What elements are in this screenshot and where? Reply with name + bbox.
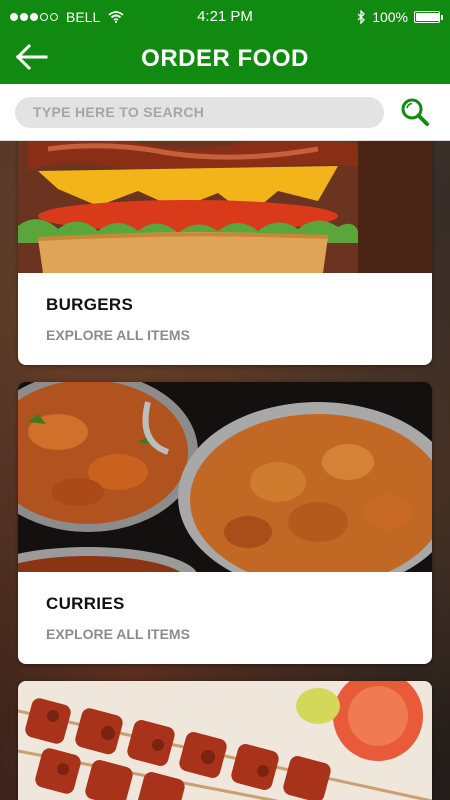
- status-bar: BELL 4:21 PM 100%: [0, 0, 450, 33]
- app-header: ORDER FOOD: [0, 33, 450, 84]
- signal-dot: [30, 12, 38, 21]
- category-card-curries[interactable]: CURRIES EXPLORE ALL ITEMS: [18, 382, 432, 664]
- burger-photo: [18, 141, 432, 273]
- back-button[interactable]: [12, 39, 52, 75]
- category-title: BURGERS: [46, 295, 134, 314]
- signal-dot: [40, 12, 48, 21]
- category-list: BURGERS EXPLORE ALL ITEMS CURRIES EXPLOR…: [0, 141, 450, 800]
- battery-percent: 100%: [372, 8, 408, 25]
- signal-dot: [50, 12, 58, 21]
- arrow-left-icon: [16, 44, 48, 70]
- explore-link[interactable]: EXPLORE ALL ITEMS: [46, 327, 404, 343]
- category-title: CURRIES: [46, 594, 125, 613]
- search-button[interactable]: [398, 95, 432, 129]
- battery-icon: [414, 10, 443, 23]
- bluetooth-icon: [357, 9, 366, 24]
- explore-link[interactable]: EXPLORE ALL ITEMS: [46, 626, 404, 642]
- signal-strength-icon: [10, 12, 58, 21]
- clock: 4:21 PM: [197, 8, 253, 25]
- category-card-burgers[interactable]: BURGERS EXPLORE ALL ITEMS: [18, 141, 432, 365]
- search-bar: [0, 84, 450, 141]
- search-input[interactable]: [15, 96, 384, 128]
- curry-photo: [18, 382, 432, 572]
- page-title: ORDER FOOD: [141, 44, 309, 72]
- search-icon: [401, 98, 429, 126]
- category-card-kebab[interactable]: [18, 681, 432, 800]
- carrier-label: BELL: [66, 8, 101, 25]
- signal-dot: [10, 12, 18, 21]
- wifi-icon: [108, 10, 124, 23]
- signal-dot: [20, 12, 28, 21]
- kebab-photo: [18, 681, 432, 800]
